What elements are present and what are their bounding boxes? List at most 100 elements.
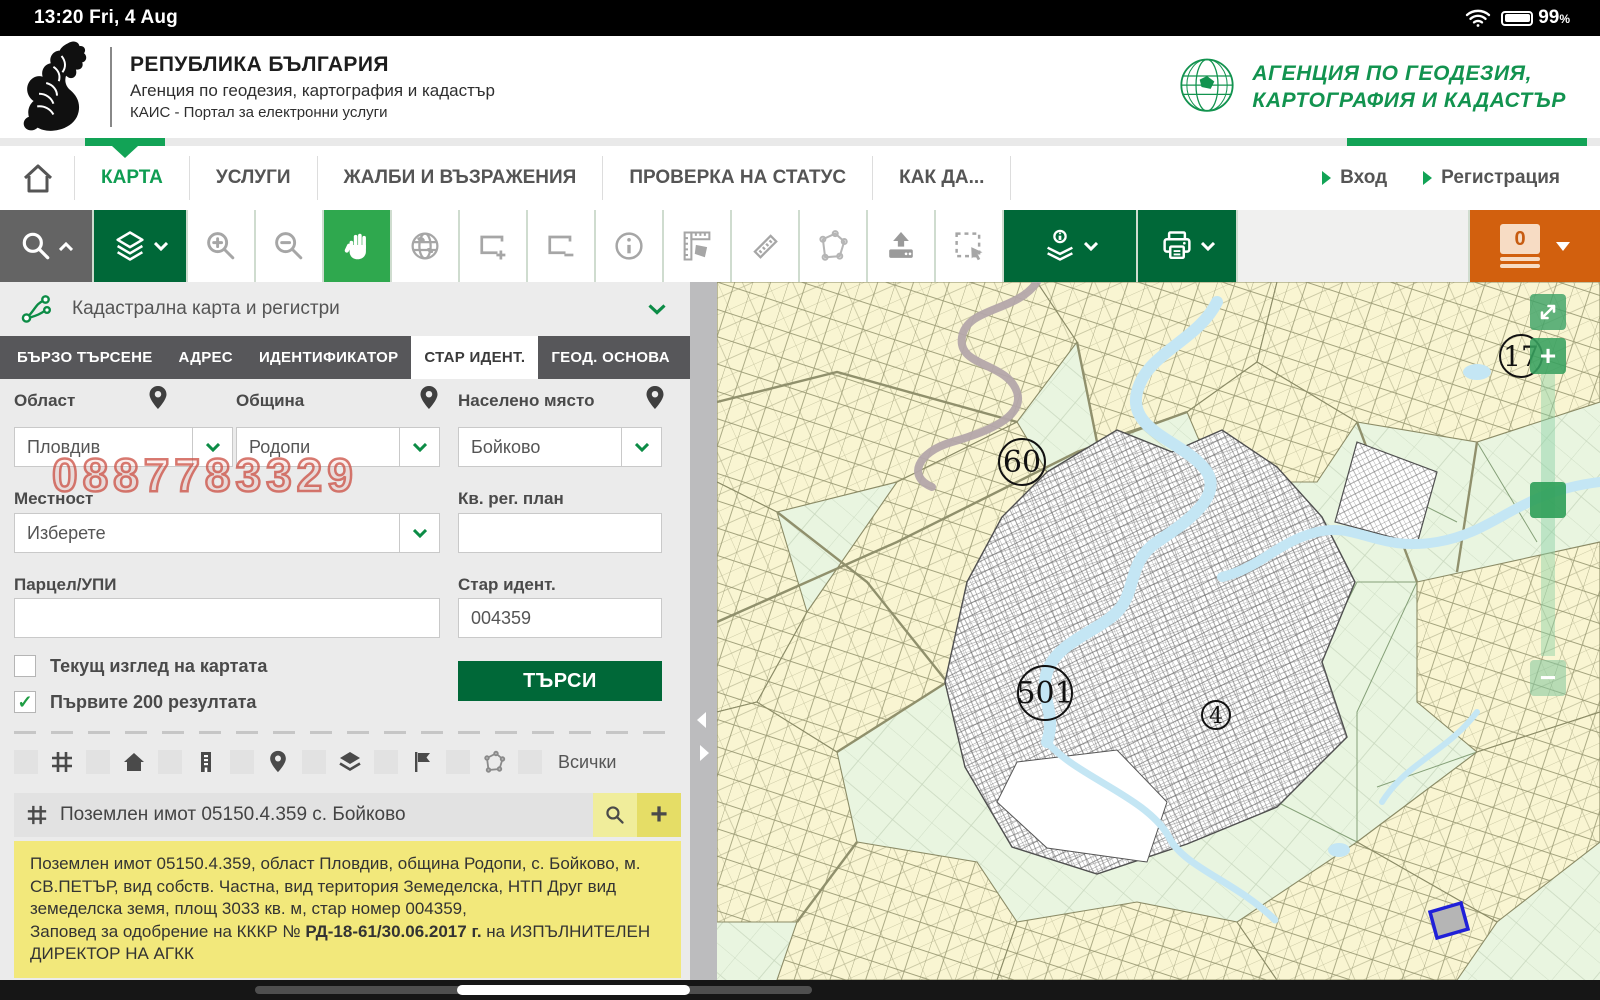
- layers-diamond-icon: [338, 750, 362, 774]
- old-ident-input[interactable]: [458, 598, 662, 638]
- locality-select[interactable]: Изберете: [14, 513, 440, 553]
- globe-logo-icon: [1174, 54, 1240, 120]
- map-zoom-in-button[interactable]: +: [1530, 338, 1566, 374]
- first-200-checkbox[interactable]: ✓ Първите 200 резултата: [14, 691, 256, 713]
- parcel-grid-icon: [50, 750, 74, 774]
- chevron-down-icon: [1201, 241, 1215, 251]
- print-button[interactable]: [1138, 210, 1236, 282]
- login-link[interactable]: Вход: [1322, 167, 1387, 189]
- filter-checkbox-parcels[interactable]: [14, 750, 38, 774]
- filter-checkbox-geodetic-points[interactable]: [374, 750, 398, 774]
- battery-icon: [1501, 10, 1534, 26]
- printer-icon: [1163, 231, 1191, 260]
- checkbox-unchecked[interactable]: [14, 655, 36, 677]
- panel-collapse-handle[interactable]: [690, 282, 717, 980]
- layers-tool-button[interactable]: [94, 210, 186, 282]
- identify-button[interactable]: [596, 210, 662, 282]
- home-button[interactable]: [0, 160, 74, 196]
- result-filter-row: Всички: [14, 750, 681, 774]
- globe-icon: [411, 232, 439, 260]
- chevron-down-icon: [1556, 241, 1570, 251]
- info-layers-button[interactable]: [1004, 210, 1136, 282]
- map-pin-icon: [266, 750, 290, 774]
- search-tool-button[interactable]: [0, 210, 92, 282]
- result-item[interactable]: Поземлен имот 05150.4.359 с. Бойково +: [14, 793, 681, 837]
- parcel-input[interactable]: [14, 598, 440, 638]
- nav-item-how-to[interactable]: КАК ДА...: [872, 156, 1012, 200]
- main-nav: КАРТА УСЛУГИ ЖАЛБИ И ВЪЗРАЖЕНИЯ ПРОВЕРКА…: [0, 138, 1600, 210]
- zoom-slider-thumb[interactable]: [1530, 482, 1566, 518]
- measure-distance-button[interactable]: [732, 210, 798, 282]
- toolbar-spacer: [1238, 210, 1468, 282]
- divider: [14, 731, 680, 734]
- old-ident-label: Стар идент.: [458, 575, 556, 594]
- parcel-label: Парцел/УПИ: [14, 575, 117, 594]
- cadastral-basemap: 60 501 4 17: [717, 282, 1600, 980]
- filter-all-label: Всички: [558, 751, 617, 772]
- collapse-left-icon[interactable]: [697, 712, 706, 728]
- add-result-button[interactable]: +: [637, 793, 681, 837]
- nav-item-services[interactable]: УСЛУГИ: [188, 156, 317, 200]
- tab-old-identifier[interactable]: СТАР ИДЕНТ.: [411, 336, 539, 379]
- filter-checkbox-all[interactable]: [518, 750, 542, 774]
- agency-logo-text: АГЕНЦИЯ ПО ГЕОДЕЗИЯ, КАРТОГРАФИЯ И КАДАС…: [1252, 61, 1566, 112]
- documents-cart-button[interactable]: 0: [1470, 210, 1600, 282]
- nav-item-complaints[interactable]: ЖАЛБИ И ВЪЗРАЖЕНИЯ: [316, 156, 603, 200]
- zoom-window-out-button[interactable]: [528, 210, 594, 282]
- filter-checkbox-buildings[interactable]: [86, 750, 110, 774]
- register-link[interactable]: Регистрация: [1423, 167, 1560, 189]
- dataset-selector-label: Кадастрална карта и регистри: [72, 298, 340, 319]
- region-select[interactable]: Пловдив: [14, 427, 233, 467]
- hand-pan-icon: [344, 233, 366, 260]
- upload-button[interactable]: [868, 210, 934, 282]
- checkbox-checked[interactable]: ✓: [14, 691, 36, 713]
- current-view-checkbox[interactable]: Текущ изглед на картата: [14, 655, 267, 677]
- tab-geodetic-basis[interactable]: ГЕОД. ОСНОВА: [538, 336, 683, 379]
- zoom-in-button[interactable]: [188, 210, 254, 282]
- map-zoom-out-button[interactable]: −: [1530, 660, 1566, 696]
- header: РЕПУБЛИКА БЪЛГАРИЯ Агенция по геодезия, …: [0, 36, 1600, 138]
- location-pin-icon: [644, 385, 666, 411]
- expand-right-icon[interactable]: [700, 745, 709, 761]
- measure-area-icon: [683, 231, 711, 261]
- filter-checkbox-addresses[interactable]: [230, 750, 254, 774]
- filter-checkbox-boundaries[interactable]: [446, 750, 470, 774]
- map-canvas[interactable]: 60 501 4 17 + −: [717, 282, 1600, 980]
- parcel-order-text: Заповед за одобрение на КККР № РД-18-61/…: [30, 921, 651, 964]
- polygon-outline-icon: [482, 750, 506, 774]
- globe-extent-button[interactable]: [392, 210, 458, 282]
- dataset-selector[interactable]: Кадастрална карта и регистри: [0, 282, 690, 336]
- draw-polygon-button[interactable]: [800, 210, 866, 282]
- search-button[interactable]: ТЪРСИ: [458, 661, 662, 701]
- filter-checkbox-units[interactable]: [158, 750, 182, 774]
- wifi-icon: [1465, 8, 1491, 28]
- filter-checkbox-zones[interactable]: [302, 750, 326, 774]
- zoom-window-in-button[interactable]: [460, 210, 526, 282]
- search-icon: [606, 806, 624, 824]
- zoom-to-result-button[interactable]: [593, 793, 637, 837]
- agency-logo: АГЕНЦИЯ ПО ГЕОДЕЗИЯ, КАРТОГРАФИЯ И КАДАС…: [1174, 54, 1566, 120]
- document-counter-icon: 0: [1500, 224, 1540, 268]
- measure-area-button[interactable]: [664, 210, 730, 282]
- pan-tool-button[interactable]: [324, 210, 390, 282]
- tab-address[interactable]: АДРЕС: [166, 336, 246, 379]
- reg-plan-input[interactable]: [458, 513, 662, 553]
- info-layers-icon: [1047, 229, 1073, 261]
- search-icon: [22, 232, 50, 260]
- fullscreen-button[interactable]: [1530, 294, 1566, 330]
- tab-quick-search[interactable]: БЪРЗО ТЪРСЕНЕ: [4, 336, 166, 379]
- parcel-details-box: Поземлен имот 05150.4.359, област Пловди…: [14, 841, 681, 979]
- chevron-up-icon: [59, 241, 73, 251]
- municipality-select[interactable]: Родопи: [236, 427, 440, 467]
- nav-item-map[interactable]: КАРТА: [74, 156, 189, 200]
- house-icon: [122, 750, 146, 774]
- zoom-out-button[interactable]: [256, 210, 322, 282]
- scrollbar-thumb[interactable]: [457, 985, 690, 995]
- select-area-button[interactable]: [936, 210, 1002, 282]
- tab-identifier[interactable]: ИДЕНТИФИКАТОР: [246, 336, 411, 379]
- nav-item-status-check[interactable]: ПРОВЕРКА НА СТАТУС: [602, 156, 872, 200]
- settlement-select[interactable]: Бойково: [458, 427, 662, 467]
- zone-label-60: 60: [1003, 445, 1041, 480]
- zone-label-501: 501: [1016, 676, 1073, 711]
- region-label: Област: [14, 391, 76, 410]
